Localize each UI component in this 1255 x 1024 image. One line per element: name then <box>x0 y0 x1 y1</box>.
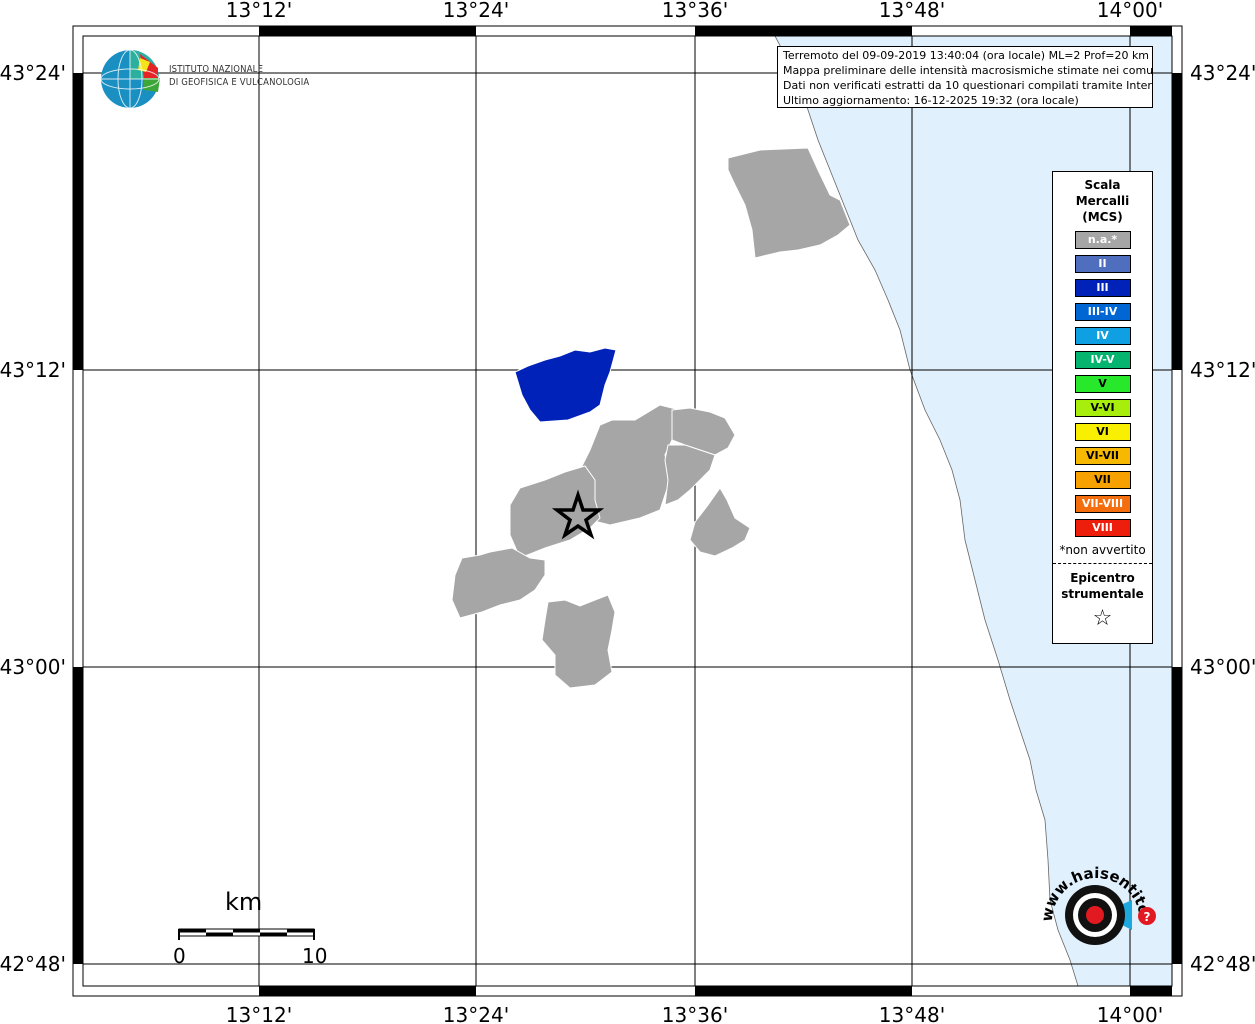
lat-label-left-1: 43°24' <box>0 61 66 85</box>
event-info-box: Terremoto del 09-09-2019 13:40:04 (ora l… <box>777 46 1153 108</box>
event-info-line1: Terremoto del 09-09-2019 13:40:04 (ora l… <box>783 49 1150 62</box>
legend-epicenter-line1: Epicentro <box>1070 571 1135 585</box>
lon-label-bottom-3: 13°36' <box>662 1003 728 1024</box>
ingv-logo <box>100 48 164 114</box>
ingv-name: ISTITUTO NAZIONALE DI GEOFISICA E VULCAN… <box>169 63 309 89</box>
event-info-line4: Ultimo aggiornamento: 16-12-2025 19:32 (… <box>783 94 1079 107</box>
legend-title-line3: (MCS) <box>1082 210 1123 224</box>
event-info-line3: Dati non verificati estratti da 10 quest… <box>783 79 1153 92</box>
svg-text:?: ? <box>1144 910 1151 924</box>
haisentito-logo-icon: www.haisentito.it/terremoto.it ? <box>1024 838 1156 945</box>
legend-note: *non avvertito <box>1059 543 1146 557</box>
legend-item: V-VI <box>1074 399 1131 417</box>
lat-label-right-2: 43°12' <box>1190 358 1255 382</box>
lat-label-left-4: 42°48' <box>0 952 66 976</box>
lat-label-right-3: 43°00' <box>1190 655 1255 679</box>
lon-label-top-4: 13°48' <box>879 0 945 22</box>
legend-item: VII <box>1074 471 1131 489</box>
ingv-name-line2: DI GEOFISICA E VULCANOLOGIA <box>169 77 310 88</box>
ingv-globe-icon <box>100 49 160 109</box>
lon-label-top-3: 13°36' <box>662 0 728 22</box>
mcs-legend: Scala Mercalli (MCS) n.a.* II III III-IV IV I… <box>1052 171 1153 644</box>
scalebar-title: km <box>225 888 263 916</box>
legend-item: n.a.* <box>1074 231 1131 249</box>
lon-label-bottom-2: 13°24' <box>443 1003 509 1024</box>
legend-item: VI-VII <box>1074 447 1131 465</box>
legend-epicenter-line2: strumentale <box>1061 587 1144 601</box>
lon-label-top-5: 14°00' <box>1097 0 1163 22</box>
lon-label-bottom-5: 14°00' <box>1097 1003 1163 1024</box>
legend-star-icon: ☆ <box>1092 606 1113 631</box>
lon-label-top-2: 13°24' <box>443 0 509 22</box>
haisentito-logo: www.haisentito.it/terremoto.it ? <box>1024 838 1162 981</box>
lat-label-right-4: 42°48' <box>1190 952 1255 976</box>
event-info-line2: Mappa preliminare delle intensità macros… <box>783 64 1153 77</box>
legend-title-line1: Scala <box>1084 178 1121 192</box>
legend-items: n.a.* II III III-IV IV IV-V V V-VI VI VI-VII VII VI… <box>1053 231 1152 537</box>
legend-item: VII-VIII <box>1074 495 1131 513</box>
lat-label-left-3: 43°00' <box>0 655 66 679</box>
legend-item: II <box>1074 255 1131 273</box>
legend-item: III-IV <box>1074 303 1131 321</box>
legend-item: VI <box>1074 423 1131 441</box>
legend-item: III <box>1074 279 1131 297</box>
ingv-name-line1: ISTITUTO NAZIONALE <box>169 64 264 75</box>
legend-item: IV-V <box>1074 351 1131 369</box>
scalebar-end: 10 <box>302 944 328 968</box>
legend-title-line2: Mercalli <box>1075 194 1130 208</box>
legend-title: Scala Mercalli (MCS) <box>1053 177 1152 225</box>
legend-divider <box>1053 563 1152 564</box>
legend-item: IV <box>1074 327 1131 345</box>
legend-item: VIII <box>1074 519 1131 537</box>
lon-label-bottom-4: 13°48' <box>879 1003 945 1024</box>
lon-label-bottom-1: 13°12' <box>226 1003 292 1024</box>
lat-label-left-2: 43°12' <box>0 358 66 382</box>
legend-epicenter-title: Epicentro strumentale <box>1053 570 1152 602</box>
lat-label-right-1: 43°24' <box>1190 61 1255 85</box>
scalebar-start: 0 <box>173 944 186 968</box>
lon-label-top-1: 13°12' <box>226 0 292 22</box>
legend-item: V <box>1074 375 1131 393</box>
